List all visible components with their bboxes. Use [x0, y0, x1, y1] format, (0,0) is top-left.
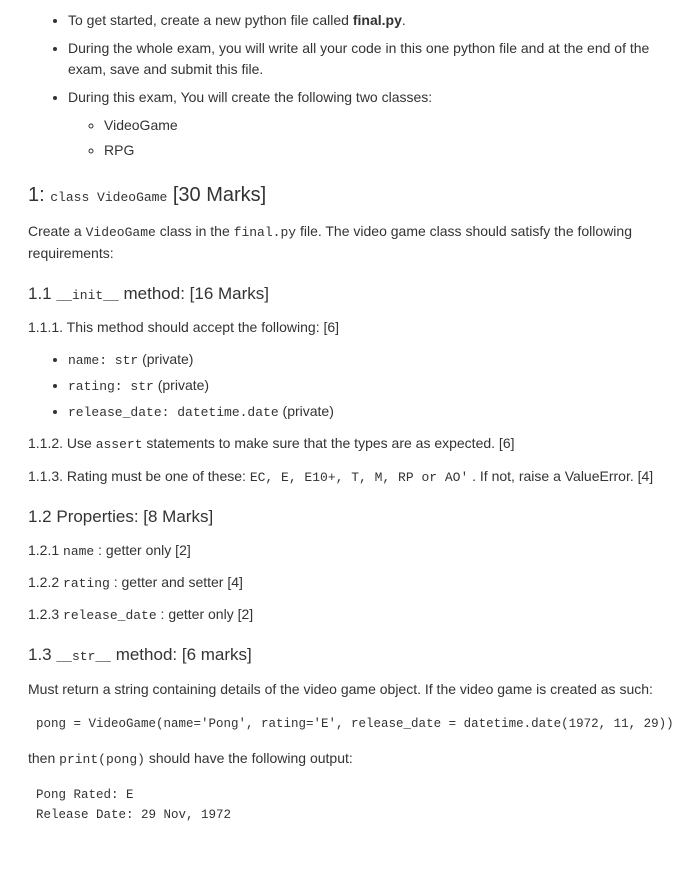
- heading-suffix: method: [16 Marks]: [119, 284, 269, 303]
- text: .: [402, 12, 406, 28]
- heading-code: class VideoGame: [50, 190, 167, 205]
- text: should have the following output:: [145, 750, 353, 766]
- section-1-2-heading: 1.2 Properties: [8 Marks]: [28, 504, 654, 530]
- section-1-1-heading: 1.1 __init__ method: [16 Marks]: [28, 281, 654, 307]
- heading-prefix: 1.1: [28, 284, 56, 303]
- text: : getter only [2]: [94, 542, 191, 558]
- intro-item: During the whole exam, you will write al…: [68, 38, 654, 81]
- code-example-1: pong = VideoGame(name='Pong', rating='E'…: [36, 714, 654, 734]
- inline-code: EC, E, E10+, T, M, RP or AO': [250, 470, 468, 485]
- param-item: name: str (private): [68, 349, 654, 371]
- text: . If not, raise a ValueError. [4]: [468, 468, 653, 484]
- param-text: (private): [279, 403, 334, 419]
- section-1-intro: Create a VideoGame class in the final.py…: [28, 221, 654, 265]
- param-text: (private): [154, 377, 209, 393]
- filename-bold: final.py: [353, 12, 402, 28]
- heading-prefix: 1.3: [28, 645, 56, 664]
- text: then: [28, 750, 59, 766]
- heading-prefix: 1:: [28, 184, 50, 206]
- class-item: RPG: [104, 140, 654, 162]
- class-item: VideoGame: [104, 115, 654, 137]
- section-1-heading: 1: class VideoGame [30 Marks]: [28, 180, 654, 211]
- intro-list: To get started, create a new python file…: [28, 10, 654, 162]
- text: class in the: [156, 223, 234, 239]
- inline-code: assert: [96, 437, 143, 452]
- params-list: name: str (private) rating: str (private…: [28, 349, 654, 423]
- inline-code: VideoGame: [86, 225, 156, 240]
- inline-code: name: [63, 544, 94, 559]
- text: : getter only [2]: [157, 606, 254, 622]
- p-1-3-intro: Must return a string containing details …: [28, 679, 654, 701]
- heading-code: __init__: [56, 288, 118, 303]
- param-code: name: str: [68, 353, 138, 368]
- num: 1.2.3: [28, 606, 63, 622]
- code-output-1: Pong Rated: E Release Date: 29 Nov, 1972: [36, 785, 654, 825]
- classes-list: VideoGame RPG: [68, 115, 654, 162]
- param-code: rating: str: [68, 379, 154, 394]
- text: During this exam, You will create the fo…: [68, 89, 432, 105]
- text: To get started, create a new python file…: [68, 12, 353, 28]
- param-code: release_date: datetime.date: [68, 405, 279, 420]
- p-1-1-1: 1.1.1. This method should accept the fol…: [28, 317, 654, 339]
- text: 1.1.3. Rating must be one of these:: [28, 468, 250, 484]
- section-1-3-heading: 1.3 __str__ method: [6 marks]: [28, 642, 654, 668]
- intro-item: To get started, create a new python file…: [68, 10, 654, 32]
- inline-code: final.py: [234, 225, 296, 240]
- num: 1.2.1: [28, 542, 63, 558]
- param-item: rating: str (private): [68, 375, 654, 397]
- param-text: (private): [138, 351, 193, 367]
- num: 1.2.2: [28, 574, 63, 590]
- text: Create a: [28, 223, 86, 239]
- text: : getter and setter [4]: [110, 574, 243, 590]
- p-1-3-then: then print(pong) should have the followi…: [28, 748, 654, 770]
- p-1-2-2: 1.2.2 rating : getter and setter [4]: [28, 572, 654, 594]
- text: During the whole exam, you will write al…: [68, 40, 649, 78]
- intro-item: During this exam, You will create the fo…: [68, 87, 654, 162]
- p-1-1-2: 1.1.2. Use assert statements to make sur…: [28, 433, 654, 455]
- inline-code: release_date: [63, 608, 157, 623]
- heading-code: __str__: [56, 649, 111, 664]
- inline-code: print(pong): [59, 752, 145, 767]
- heading-suffix: [30 Marks]: [167, 184, 266, 206]
- param-item: release_date: datetime.date (private): [68, 401, 654, 423]
- text: 1.1.2. Use: [28, 435, 96, 451]
- p-1-2-1: 1.2.1 name : getter only [2]: [28, 540, 654, 562]
- text: statements to make sure that the types a…: [143, 435, 515, 451]
- p-1-1-3: 1.1.3. Rating must be one of these: EC, …: [28, 466, 654, 488]
- heading-suffix: method: [6 marks]: [111, 645, 252, 664]
- p-1-2-3: 1.2.3 release_date : getter only [2]: [28, 604, 654, 626]
- inline-code: rating: [63, 576, 110, 591]
